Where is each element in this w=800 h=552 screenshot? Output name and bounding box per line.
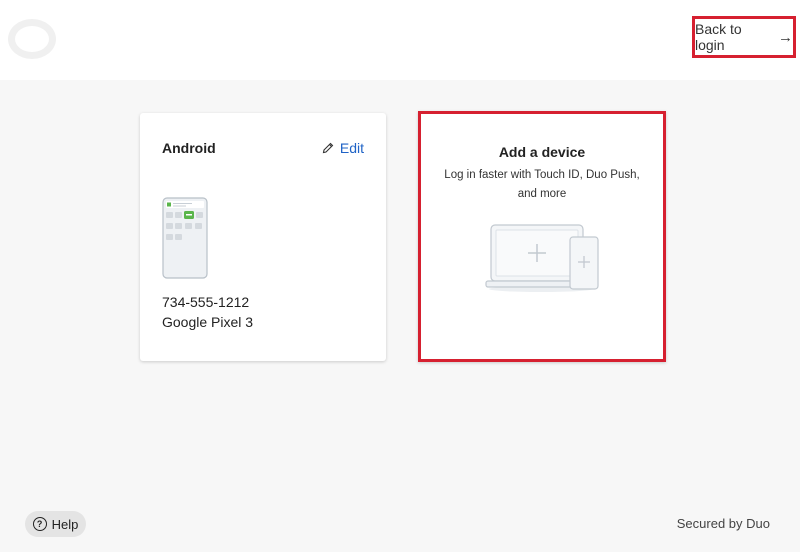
top-bar: Back to login → (0, 0, 800, 80)
add-device-description: Log in faster with Touch ID, Duo Push, a… (444, 169, 640, 200)
edit-label: Edit (339, 140, 364, 156)
add-device-title: Add a device (498, 144, 586, 160)
duo-logo-icon (8, 19, 56, 59)
arrow-right-icon: → (778, 28, 793, 46)
secured-by-duo-text: Secured by Duo (676, 516, 770, 531)
device-title: Android (162, 140, 216, 156)
help-button[interactable]: ? Help (25, 511, 86, 537)
help-label: Help (51, 516, 79, 532)
laptop-and-phone-add-illustration (485, 224, 599, 292)
back-to-login-label: Back to login (695, 21, 742, 53)
device-card-android: Android Edit 734-555-1212 Google Pixel 3 (140, 113, 386, 361)
android-phone-illustration (162, 197, 208, 279)
device-phone-model: Google Pixel 3 (162, 314, 254, 330)
pencil-icon (322, 142, 334, 154)
device-phone-number: 734-555-1212 (162, 294, 250, 310)
back-to-login-link[interactable]: Back to login → (692, 16, 796, 58)
question-mark-icon: ? (32, 517, 47, 531)
edit-device-button[interactable]: Edit (322, 140, 364, 156)
add-device-card[interactable]: Add a device Log in faster with Touch ID… (418, 111, 666, 362)
